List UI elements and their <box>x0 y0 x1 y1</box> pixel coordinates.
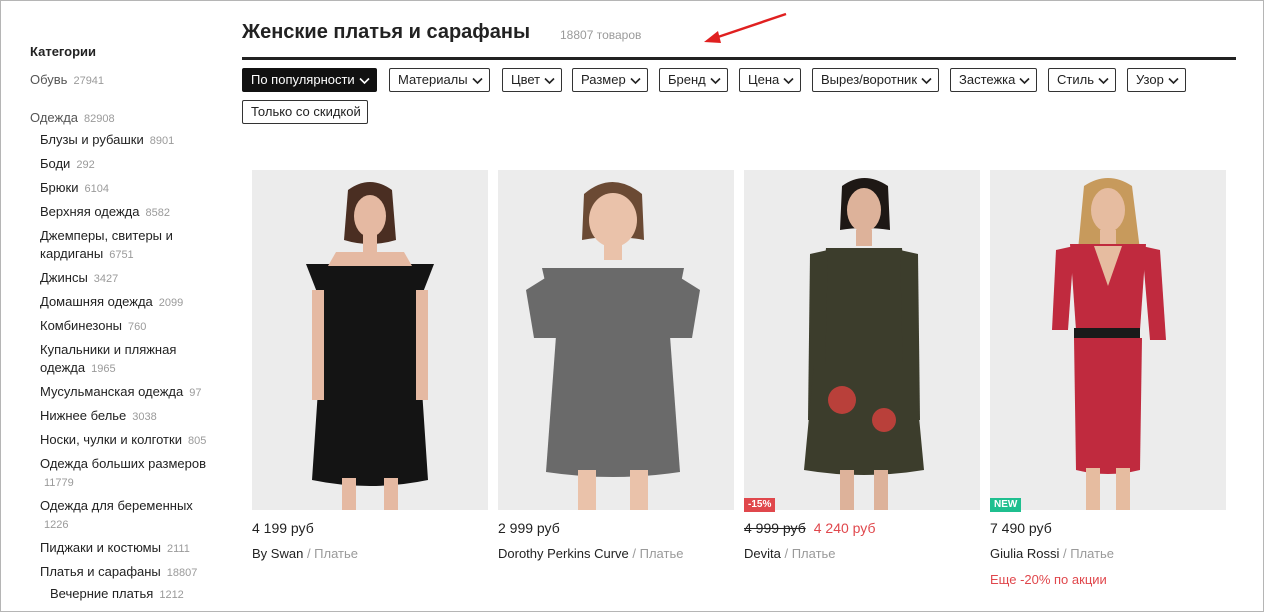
product-brand[interactable]: Dorothy Perkins Curve / Платье <box>498 546 683 561</box>
category-count: 3038 <box>132 411 157 423</box>
chevron-down-icon <box>472 77 483 85</box>
category-count: 2111 <box>166 543 190 555</box>
sidebar-item-muslim[interactable]: Мусульманская одежда 97 <box>40 383 201 402</box>
category-count: 1226 <box>44 519 69 531</box>
category-count: 1965 <box>91 363 116 375</box>
discount-badge: -15% <box>744 498 776 512</box>
annotation-arrow-icon <box>704 12 787 43</box>
sidebar-item-dresses[interactable]: Платья и сарафаны 18807 <box>40 563 197 582</box>
sidebar-item-underwear[interactable]: Нижнее белье 3038 <box>40 407 157 426</box>
new-badge: NEW <box>990 498 1022 512</box>
promo-text[interactable]: Еще -20% по акции <box>990 572 1107 587</box>
category-count: 6104 <box>84 183 109 195</box>
sidebar-item-evening-dresses[interactable]: Вечерние платья 1212 <box>50 585 184 604</box>
product-type: / Платье <box>1062 546 1115 561</box>
sidebar-item-socks[interactable]: Носки, чулки и колготки 805 <box>40 431 206 450</box>
filter-size-button[interactable]: Размер <box>572 68 648 92</box>
sidebar-item-maternity[interactable]: Одежда для беременных 1226 <box>40 497 220 534</box>
filter-neckline-button[interactable]: Вырез/воротник <box>812 68 940 92</box>
sidebar-item-trousers[interactable]: Брюки 6104 <box>40 179 109 198</box>
category-count: 805 <box>187 435 207 447</box>
product-image[interactable] <box>498 170 734 510</box>
category-count: 1212 <box>159 589 184 601</box>
chevron-down-icon <box>783 77 794 85</box>
filter-style-button[interactable]: Стиль <box>1048 68 1116 92</box>
product-type: / Платье <box>784 546 836 561</box>
sidebar-item-shoes[interactable]: Обувь 27941 <box>30 71 104 90</box>
product-type: / Платье <box>632 546 684 561</box>
sidebar-title: Категории <box>30 44 97 59</box>
category-count: 2099 <box>158 297 184 309</box>
chevron-down-icon <box>1019 77 1030 85</box>
sidebar-item-blouses[interactable]: Блузы и рубашки 8901 <box>40 131 174 150</box>
product-price: 7 490 руб <box>990 520 1052 536</box>
product-image[interactable] <box>252 170 488 510</box>
product-image[interactable] <box>990 170 1226 510</box>
filter-brand-button[interactable]: Бренд <box>659 68 728 92</box>
category-count: 3427 <box>93 273 119 285</box>
product-price: 4 199 руб <box>252 520 314 536</box>
category-count: 760 <box>128 321 147 333</box>
category-count: 8582 <box>145 207 170 219</box>
category-count: 292 <box>76 159 95 171</box>
sidebar-item-plus-size[interactable]: Одежда больших размеров 11779 <box>40 455 220 492</box>
category-count: 97 <box>189 387 202 399</box>
header-divider <box>242 57 1236 60</box>
filter-materials-button[interactable]: Материалы <box>389 68 490 92</box>
chevron-down-icon <box>1168 77 1179 85</box>
sidebar-item-swimwear[interactable]: Купальники и пляжная одежда 1965 <box>40 341 220 378</box>
sidebar-item-jeans[interactable]: Джинсы 3427 <box>40 269 118 288</box>
category-count: 11779 <box>44 477 74 489</box>
sidebar-item-homewear[interactable]: Домашняя одежда 2099 <box>40 293 183 312</box>
chevron-down-icon <box>1098 77 1109 85</box>
filter-price-button[interactable]: Цена <box>739 68 802 92</box>
page-title: Женские платья и сарафаны <box>242 21 531 43</box>
filter-discount-only-button[interactable]: Только со скидкой <box>242 100 368 124</box>
sidebar-item-sweaters[interactable]: Джемперы, свитеры и кардиганы 6751 <box>40 227 220 264</box>
sidebar-item-jumpsuits[interactable]: Комбинезоны 760 <box>40 317 146 336</box>
product-brand[interactable]: By Swan / Платье <box>252 546 358 561</box>
chevron-down-icon <box>544 77 555 85</box>
sidebar-item-jackets-suits[interactable]: Пиджаки и костюмы 2111 <box>40 539 190 558</box>
product-brand[interactable]: Giulia Rossi / Платье <box>990 546 1114 561</box>
category-count: 18807 <box>166 567 198 579</box>
filter-fastener-button[interactable]: Застежка <box>950 68 1038 92</box>
chevron-down-icon <box>710 77 721 85</box>
filter-color-button[interactable]: Цвет <box>502 68 563 92</box>
category-count: 27941 <box>73 75 105 87</box>
product-price: 2 999 руб <box>498 520 560 536</box>
sort-popularity-button[interactable]: По популярности <box>242 68 377 92</box>
chevron-down-icon <box>630 77 641 85</box>
category-count: 6751 <box>109 249 134 261</box>
category-count: 82908 <box>84 113 115 125</box>
price-old: 4 999 руб <box>744 520 806 536</box>
product-type: / Платье <box>306 546 358 561</box>
price-new: 4 240 руб <box>813 520 876 536</box>
sidebar-item-clothing[interactable]: Одежда 82908 <box>30 109 115 128</box>
product-count: 18807 товаров <box>560 28 642 42</box>
product-price: 4 999 руб 4 240 руб <box>744 520 875 536</box>
filter-pattern-button[interactable]: Узор <box>1127 68 1186 92</box>
sidebar-item-outerwear[interactable]: Верхняя одежда 8582 <box>40 203 170 222</box>
product-brand[interactable]: Devita / Платье <box>744 546 836 561</box>
sidebar-item-bodysuits[interactable]: Боди 292 <box>40 155 95 174</box>
chevron-down-icon <box>359 77 370 85</box>
category-count: 8901 <box>149 135 175 147</box>
product-image[interactable] <box>744 170 980 510</box>
chevron-down-icon <box>921 77 932 85</box>
